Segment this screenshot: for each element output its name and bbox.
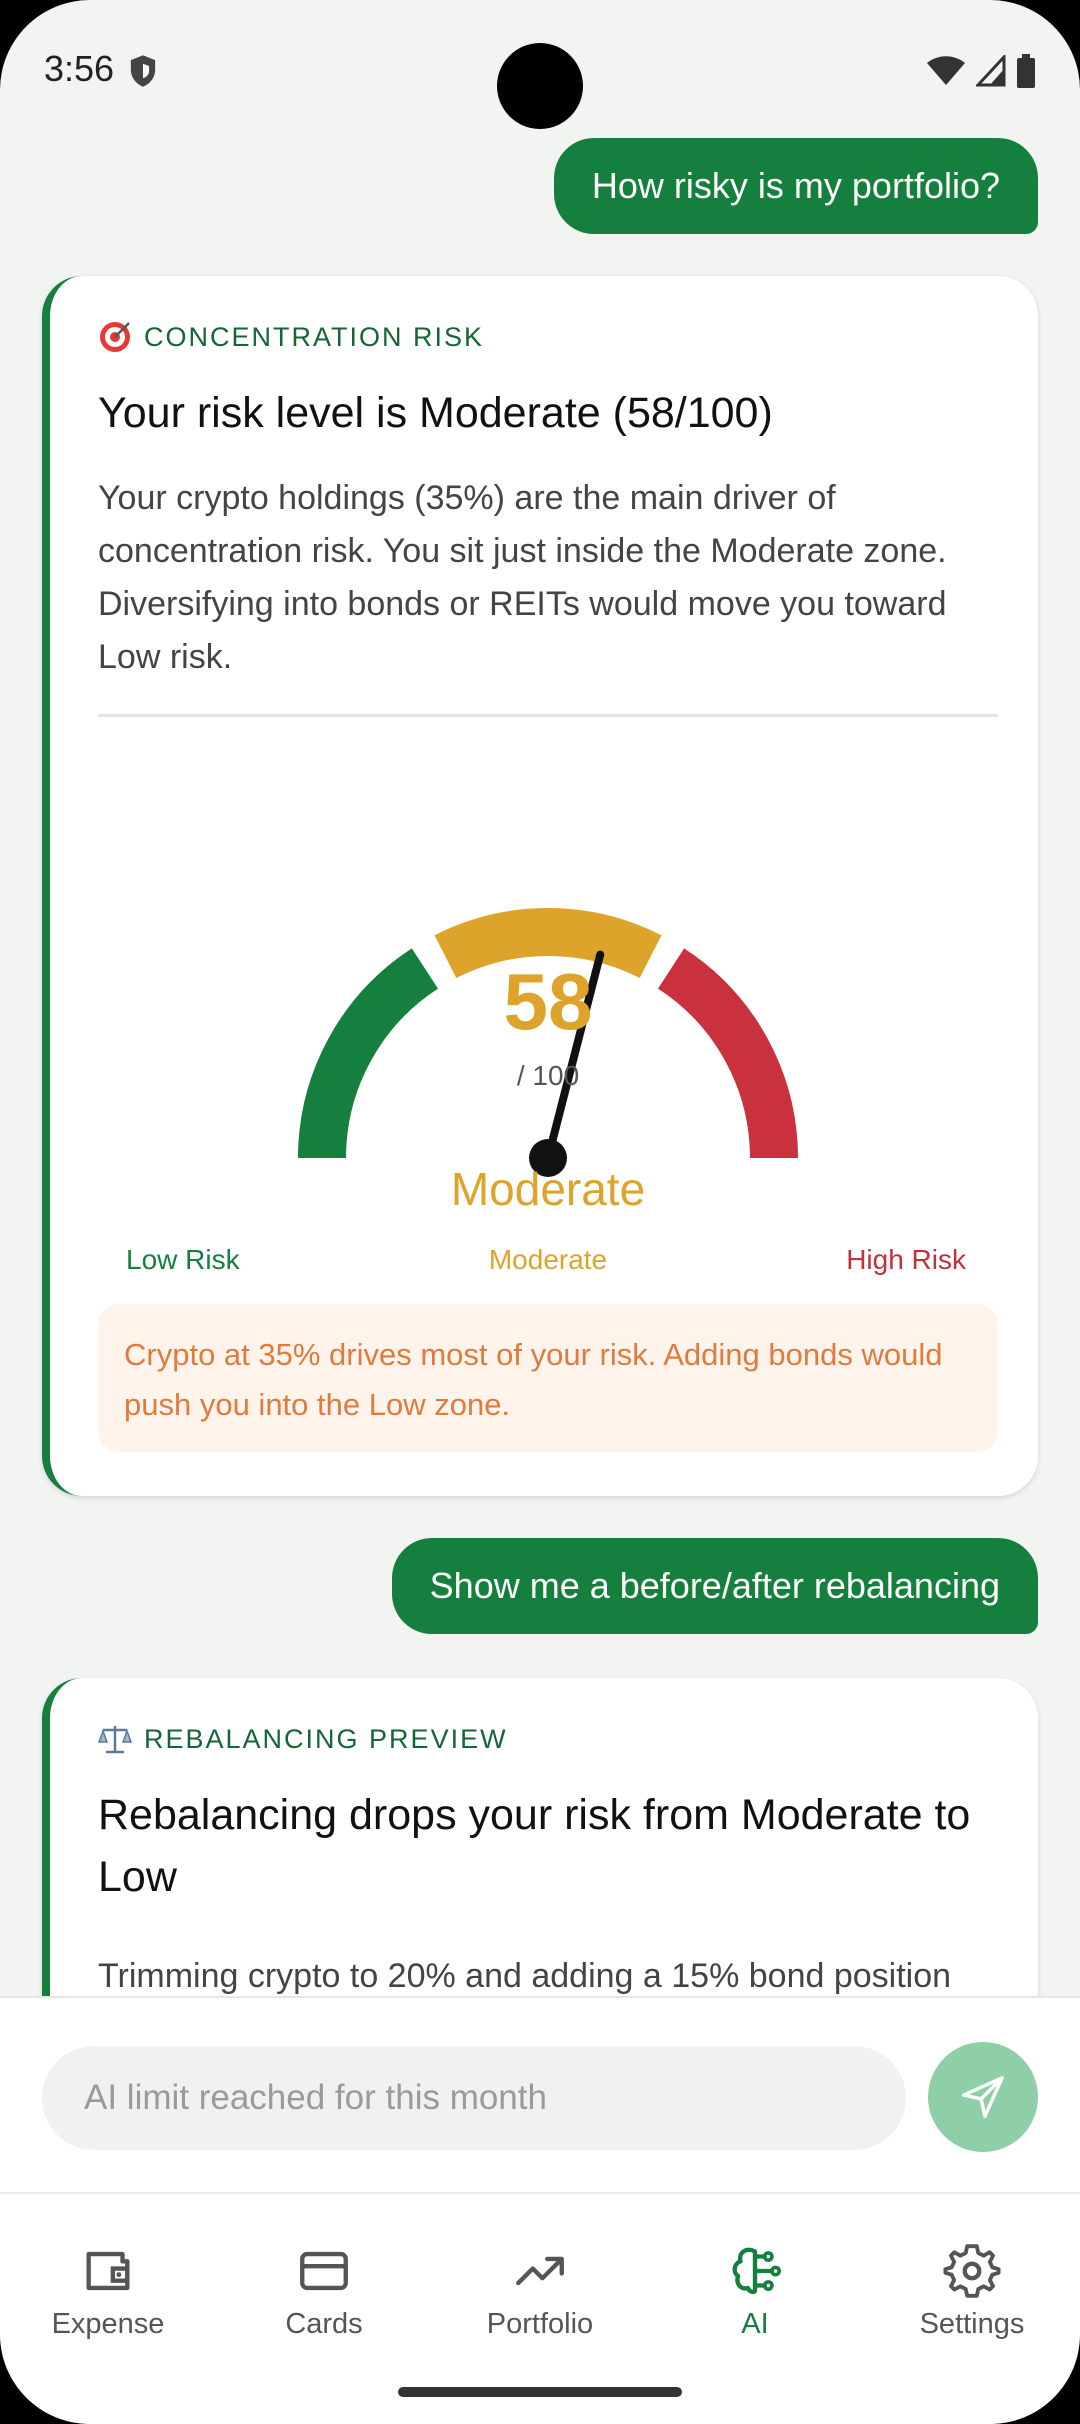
gauge-arc-moderate [434,908,662,979]
gauge-value: 58 [503,957,593,1046]
nav-item-ai[interactable]: AI [655,2242,855,2352]
brain-icon [732,2247,781,2295]
gear-icon [943,2244,1001,2298]
gauge-level-label: Moderate [450,1163,646,1215]
chat-input-area [0,1996,1080,2192]
wifi-icon [927,56,965,85]
status-bar: 3:56 [0,0,1080,140]
phone-screen: 3:56 How risky is my portfolio? CONCENTR… [0,0,1080,2424]
send-icon [962,2076,1004,2118]
nav-label: Cards [285,2308,363,2340]
signal-icon [976,55,1006,87]
card-tag: CONCENTRATION RISK [98,320,484,354]
shield-icon [130,55,156,87]
scale-label-high: High Risk [846,1244,966,1275]
nav-label: AI [741,2308,769,2340]
nav-item-expense[interactable]: Expense [8,2242,208,2352]
divider [98,714,998,717]
user-message-bubble: Show me a before/after rebalancing [391,1538,1038,1634]
card-tag-label: CONCENTRATION RISK [144,321,485,352]
clock: 3:56 [44,48,115,89]
camera-cutout [497,43,583,129]
nav-item-cards[interactable]: Cards [224,2242,424,2352]
battery-icon [1017,54,1035,88]
concentration-risk-card: CONCENTRATION RISK Your risk level is Mo… [42,276,1038,1496]
nav-item-portfolio[interactable]: Portfolio [440,2242,640,2352]
risk-note: Crypto at 35% drives most of your risk. … [98,1304,998,1452]
gauge-max: / 100 [516,1060,580,1091]
trending-up-icon [516,2256,564,2286]
credit-card-icon [300,2251,348,2291]
chat-input[interactable] [42,2046,906,2150]
target-icon [100,322,130,352]
nav-label: Settings [919,2308,1025,2340]
card-title: Your risk level is Moderate (58/100) [98,389,773,437]
bottom-navigation: Expense Cards Portfolio AI Settings [0,2192,1080,2424]
send-button[interactable] [928,2042,1038,2152]
nav-label: Portfolio [486,2308,594,2340]
card-tag: REBALANCING PREVIEW [98,1722,508,1756]
card-title: Rebalancing drops your risk from Moderat… [98,1791,971,1901]
scales-icon [98,1726,132,1754]
card-tag-label: REBALANCING PREVIEW [144,1723,508,1754]
card-body: Your crypto holdings (35%) are the main … [98,479,947,676]
wallet-icon [86,2251,130,2291]
nav-label: Expense [51,2308,165,2340]
system-icons [926,54,1036,88]
home-indicator [398,2387,682,2397]
user-message-bubble: How risky is my portfolio? [553,138,1038,234]
nav-item-settings[interactable]: Settings [872,2242,1072,2352]
